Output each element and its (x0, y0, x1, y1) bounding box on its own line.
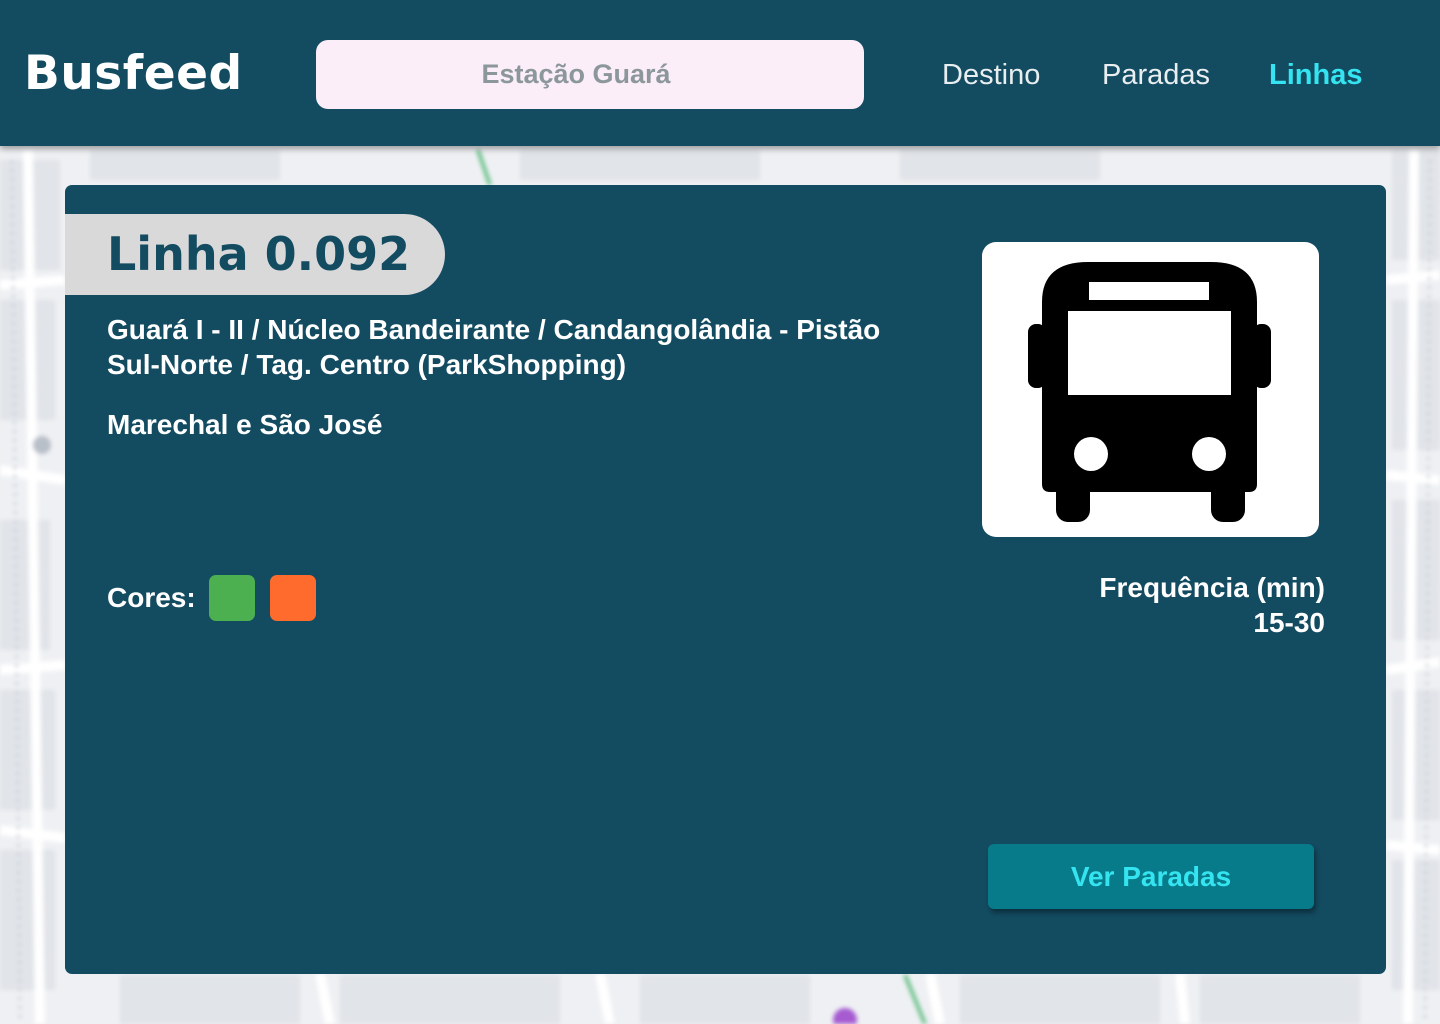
bus-image (982, 242, 1319, 537)
nav-destino[interactable]: Destino (942, 52, 1040, 98)
colors-label: Cores: (107, 582, 196, 613)
view-stops-button[interactable]: Ver Paradas (988, 844, 1314, 909)
top-bar: Busfeed Destino Paradas Linhas (0, 0, 1440, 146)
line-route: Guará I - II / Núcleo Bandeirante / Cand… (107, 314, 881, 380)
nav-paradas[interactable]: Paradas (1102, 52, 1210, 98)
bus-icon (1028, 262, 1271, 522)
color-swatch-orange (270, 575, 316, 621)
app-logo[interactable]: Busfeed (24, 42, 243, 106)
line-street: Marechal e São José (107, 409, 383, 440)
line-title-tag: Linha 0.092 (65, 214, 445, 295)
nav-linhas[interactable]: Linhas (1269, 52, 1362, 98)
frequency-value: 15-30 (1253, 607, 1325, 638)
color-swatch-green (209, 575, 255, 621)
search-input[interactable] (316, 40, 864, 109)
line-card: Linha 0.092 Guará I - II / Núcleo Bandei… (65, 185, 1386, 974)
line-title: Linha 0.092 (107, 227, 411, 281)
frequency-label: Frequência (min) (1099, 572, 1325, 603)
